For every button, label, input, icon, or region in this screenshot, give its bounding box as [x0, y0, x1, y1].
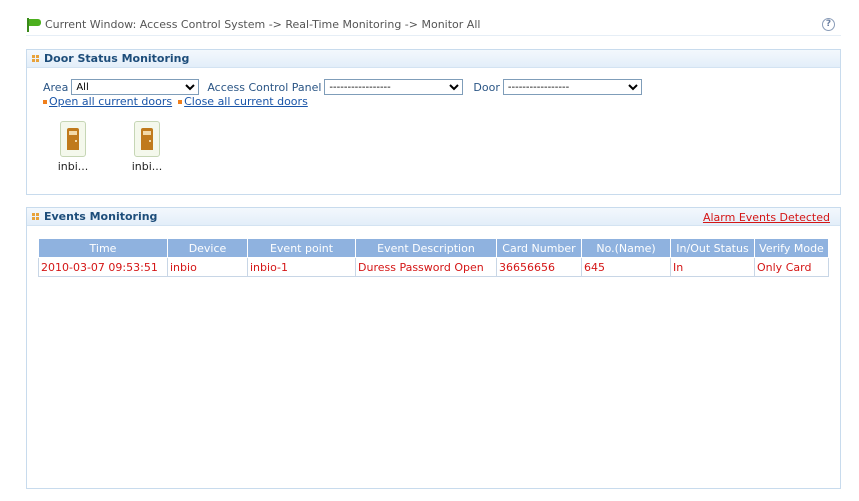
column-header[interactable]: Device	[167, 238, 248, 258]
door-actions: Open all current doors Close all current…	[43, 95, 314, 108]
door-label-text: inbi...	[57, 160, 89, 173]
events-monitoring-panel: Events Monitoring Alarm Events Detected …	[26, 207, 841, 489]
column-header[interactable]: Card Number	[496, 238, 582, 258]
events-title: Events Monitoring	[44, 210, 158, 223]
door-label-text: inbi...	[131, 160, 163, 173]
door-item[interactable]: inbi...	[53, 121, 93, 173]
bullet-icon	[43, 99, 47, 104]
panel-label: Access Control Panel	[207, 80, 322, 94]
cell-no-name: 645	[581, 257, 671, 277]
events-table: Time Device Event point Event Descriptio…	[38, 238, 829, 277]
events-header-row: Time Device Event point Event Descriptio…	[38, 238, 829, 258]
door-status-title: Door Status Monitoring	[44, 52, 190, 65]
filter-row: Area All Access Control Panel ----------…	[43, 79, 642, 95]
events-header: Events Monitoring Alarm Events Detected	[27, 208, 840, 226]
close-all-doors-link[interactable]: Close all current doors	[184, 95, 308, 108]
cell-event-description: Duress Password Open	[355, 257, 497, 277]
door-label: Door	[473, 80, 500, 94]
grid-dots-icon	[32, 55, 39, 62]
open-all-doors-link[interactable]: Open all current doors	[49, 95, 172, 108]
door-status-header: Door Status Monitoring	[27, 50, 840, 68]
alarm-events-link[interactable]: Alarm Events Detected	[703, 211, 830, 224]
column-header[interactable]: Event point	[247, 238, 356, 258]
column-header[interactable]: In/Out Status	[670, 238, 755, 258]
cell-event-point: inbio-1	[247, 257, 356, 277]
cell-device: inbio	[167, 257, 248, 277]
grid-dots-icon	[32, 213, 39, 220]
breadcrumb: Current Window: Access Control System ->…	[26, 14, 841, 36]
table-row[interactable]: 2010-03-07 09:53:51 inbio inbio-1 Duress…	[38, 257, 829, 277]
cell-time: 2010-03-07 09:53:51	[38, 257, 168, 277]
door-select[interactable]: -----------------	[502, 79, 642, 95]
column-header[interactable]: Verify Mode	[754, 238, 829, 258]
door-icon	[60, 121, 86, 157]
panel-select[interactable]: -----------------	[324, 79, 464, 95]
cell-in-out-status: In	[670, 257, 755, 277]
door-icon	[134, 121, 160, 157]
cell-verify-mode: Only Card	[754, 257, 829, 277]
column-header[interactable]: No.(Name)	[581, 238, 671, 258]
column-header[interactable]: Event Description	[355, 238, 497, 258]
door-item[interactable]: inbi...	[127, 121, 167, 173]
area-select[interactable]: All	[71, 79, 200, 95]
cell-card-number: 36656656	[496, 257, 582, 277]
area-label: Area	[43, 80, 69, 94]
bullet-icon	[178, 99, 183, 104]
column-header[interactable]: Time	[38, 238, 168, 258]
flag-icon	[26, 17, 42, 32]
door-status-panel: Door Status Monitoring Area All Access C…	[26, 49, 841, 195]
help-icon[interactable]: ?	[822, 18, 835, 31]
breadcrumb-text: Current Window: Access Control System ->…	[45, 18, 481, 31]
